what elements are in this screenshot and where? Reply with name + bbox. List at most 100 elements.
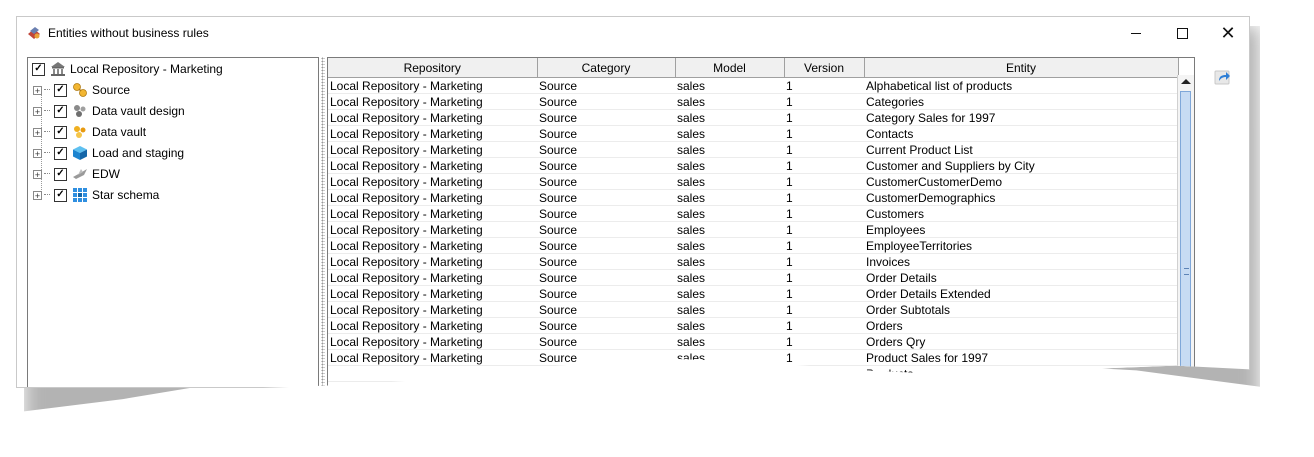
table-row[interactable]: Local Repository - Marketing Source sales 1… <box>328 189 1178 206</box>
table-row[interactable]: Local Repository - Marketing Source sales 1… <box>328 205 1178 222</box>
model-tree[interactable]: Local Repository - Marketing + Source + … <box>27 57 319 387</box>
table-row[interactable]: Local Repository - Marketing Source sales 1… <box>328 109 1178 126</box>
tree-item-checkbox[interactable] <box>54 104 67 118</box>
table-row[interactable]: 1Products Above Average Price <box>328 381 1178 387</box>
entities-table: Repository Category Model Version Entity… <box>328 58 1179 387</box>
table-row[interactable]: Local Repository - Marketing Source sales 1… <box>328 125 1178 142</box>
cell-repository: Local Repository - Marketing <box>328 173 537 190</box>
tree-item-checkbox[interactable] <box>54 83 67 97</box>
column-header-model[interactable]: Model <box>675 58 785 78</box>
tree-item-data-vault-design[interactable]: + Data vault design <box>33 101 185 121</box>
cell-entity: CustomerCustomerDemo <box>864 173 1178 190</box>
expand-icon[interactable]: + <box>33 190 42 200</box>
tree-item-checkbox[interactable] <box>54 188 67 202</box>
cell-repository: Local Repository - Marketing <box>328 141 537 158</box>
star-schema-icon <box>73 188 87 202</box>
column-header-repository[interactable]: Repository <box>328 58 538 78</box>
cell-category: Source <box>537 141 675 158</box>
tree-dash <box>44 194 50 196</box>
table-row[interactable]: Local Repository - Marketing Source sales 1… <box>328 301 1178 318</box>
tree-root-label: Local Repository - Marketing <box>70 62 223 76</box>
tree-dash <box>44 173 50 175</box>
cell-category <box>537 365 675 382</box>
cell-entity: Product Sales for 1997 <box>864 349 1178 366</box>
cell-version: 1 <box>784 317 864 334</box>
table-row[interactable]: Local Repository - Marketing Source sales 1… <box>328 93 1178 110</box>
minimize-button[interactable] <box>1113 17 1159 49</box>
cell-model: sales <box>675 237 784 254</box>
cell-repository: Local Repository - Marketing <box>328 301 537 318</box>
window-title: Entities without business rules <box>48 26 209 40</box>
table-row[interactable]: Local Repository - Marketing Source sales 1… <box>328 237 1178 254</box>
column-header-entity[interactable]: Entity <box>864 58 1179 78</box>
cell-version: 1 <box>784 157 864 174</box>
tree-item-edw[interactable]: + EDW <box>33 164 120 184</box>
expand-icon[interactable]: + <box>33 127 42 137</box>
tree-root-checkbox[interactable] <box>32 62 45 76</box>
tree-root[interactable]: Local Repository - Marketing <box>32 59 223 79</box>
cell-version: 1 <box>784 301 864 318</box>
table-header-row: Repository Category Model Version Entity <box>328 58 1179 78</box>
column-header-category[interactable]: Category <box>537 58 676 78</box>
expand-icon[interactable]: + <box>33 169 42 179</box>
grip-icon <box>1184 268 1189 275</box>
table-row[interactable]: Local Repository - Marketing Source sales 1… <box>328 317 1178 334</box>
cell-repository: Local Repository - Marketing <box>328 237 537 254</box>
cell-version: 1 <box>784 93 864 110</box>
close-icon: ✕ <box>1220 22 1236 43</box>
minimize-icon <box>1131 32 1141 34</box>
scroll-up-icon[interactable] <box>1181 79 1191 84</box>
tree-item-label: Load and staging <box>92 146 185 160</box>
cell-repository: Local Repository - Marketing <box>328 221 537 238</box>
table-row[interactable]: Local Repository - Marketing Source sales 1… <box>328 285 1178 302</box>
cell-version: 1 <box>784 173 864 190</box>
entities-table-panel: Repository Category Model Version Entity… <box>327 57 1195 387</box>
expand-icon[interactable]: + <box>33 85 42 95</box>
cell-category: Source <box>537 253 675 270</box>
table-row[interactable]: Local Repository - Marketing Source sales 1… <box>328 173 1178 190</box>
maximize-icon <box>1176 27 1188 39</box>
tree-item-source[interactable]: + Source <box>33 80 130 100</box>
table-row[interactable]: Local Repository - Marketing Source sales 1… <box>328 221 1178 238</box>
table-row[interactable]: sales 1 Products <box>328 365 1178 382</box>
table-row[interactable]: Local Repository - Marketing Source sales 1… <box>328 349 1178 366</box>
cell-entity: Categories <box>864 93 1178 110</box>
expand-icon[interactable]: + <box>33 148 42 158</box>
panel-splitter[interactable] <box>321 57 325 387</box>
close-button[interactable]: ✕ <box>1205 17 1249 49</box>
cell-entity: Employees <box>864 221 1178 238</box>
cell-version: 1 <box>784 205 864 222</box>
cell-repository: Local Repository - Marketing <box>328 349 537 366</box>
cell-category: Source <box>537 77 675 94</box>
cell-version: 1 <box>784 365 864 382</box>
table-scrollbar[interactable] <box>1177 75 1194 387</box>
cell-category: Source <box>537 269 675 286</box>
table-row[interactable]: Local Repository - Marketing Source sales 1… <box>328 157 1178 174</box>
cell-category: Source <box>537 125 675 142</box>
table-row[interactable]: Local Repository - Marketing Source sales 1… <box>328 269 1178 286</box>
scrollbar-thumb[interactable] <box>1180 91 1191 387</box>
tree-item-star-schema[interactable]: + Star schema <box>33 185 159 205</box>
cell-category <box>537 381 675 387</box>
table-row[interactable]: Local Repository - Marketing Source sales 1… <box>328 333 1178 350</box>
data-vault-design-icon <box>74 105 86 117</box>
maximize-button[interactable] <box>1159 17 1205 49</box>
cell-entity: Current Product List <box>864 141 1178 158</box>
export-button[interactable] <box>1213 67 1233 87</box>
tree-item-load-staging[interactable]: + Load and staging <box>33 143 184 163</box>
expand-icon[interactable]: + <box>33 106 42 116</box>
table-row[interactable]: Local Repository - Marketing Source sales 1… <box>328 253 1178 270</box>
cell-version: 1 <box>784 221 864 238</box>
title-bar: Entities without business rules ✕ <box>17 17 1249 49</box>
load-staging-icon <box>73 146 87 160</box>
tree-item-checkbox[interactable] <box>54 146 67 160</box>
cell-repository: Local Repository - Marketing <box>328 285 537 302</box>
column-header-version[interactable]: Version <box>784 58 865 78</box>
table-row[interactable]: Local Repository - Marketing Source sales 1… <box>328 77 1178 94</box>
tree-item-data-vault[interactable]: + Data vault <box>33 122 146 142</box>
cell-category: Source <box>537 221 675 238</box>
tree-item-checkbox[interactable] <box>54 125 67 139</box>
tree-item-checkbox[interactable] <box>54 167 67 181</box>
table-row[interactable]: Local Repository - Marketing Source sales 1… <box>328 141 1178 158</box>
cell-version: 1 <box>784 285 864 302</box>
